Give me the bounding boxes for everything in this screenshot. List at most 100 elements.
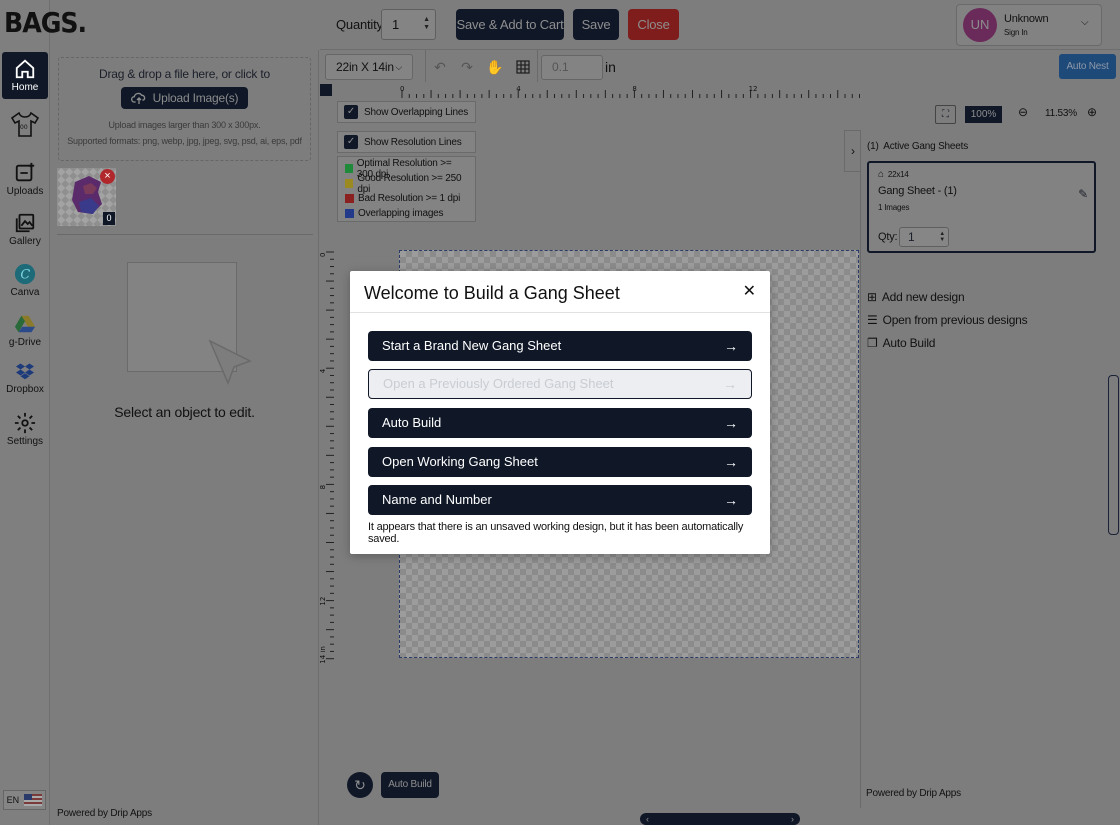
start-new-label: Start a Brand New Gang Sheet [382, 338, 562, 353]
open-previous-designs-button[interactable]: ☰ Open from previous designs [867, 308, 1028, 331]
ruler-label: 8 [320, 485, 327, 489]
rail-label-dropbox: Dropbox [6, 384, 44, 395]
canva-icon: C [14, 263, 36, 285]
auto-build-bottom-button[interactable]: Auto Build [381, 772, 439, 798]
upload-icon [15, 162, 35, 182]
grid-icon-shape [516, 60, 530, 74]
legend-item: Overlapping images [345, 206, 468, 221]
sheet-card-name: Gang Sheet - (1) [878, 185, 957, 197]
welcome-modal: Welcome to Build a Gang Sheet ✕ Start a … [350, 271, 770, 554]
powered-by-left[interactable]: Powered by Drip Apps [57, 808, 152, 819]
home-icon [15, 59, 35, 79]
arrow-right-icon: → [724, 492, 738, 508]
rail-item-canva[interactable]: C Canva [2, 263, 48, 301]
gallery-icon [15, 213, 35, 233]
rail-item-settings[interactable]: Settings [2, 412, 48, 450]
save-button[interactable]: Save [573, 9, 619, 40]
sign-in-link[interactable]: Sign In [1004, 28, 1028, 37]
stepper-arrows-icon[interactable]: ▲ ▼ [423, 16, 430, 32]
sheet-size-select[interactable]: 22in X 14in ⌵ [325, 54, 413, 80]
toolbar-divider [537, 50, 538, 82]
fit-to-screen-icon[interactable]: ⛶ [935, 105, 956, 124]
sheet-size-value: 22in X 14in [336, 60, 394, 74]
grid-icon[interactable] [512, 56, 534, 78]
gdrive-icon [14, 315, 36, 333]
scroll-left-icon[interactable]: ‹ [646, 813, 649, 825]
auto-nest-button[interactable]: Auto Nest [1059, 54, 1116, 79]
vertical-scrollbar[interactable] [1108, 375, 1119, 535]
auto-build-button[interactable]: Auto Build → [368, 408, 752, 438]
hand-pan-icon[interactable]: ✋ [484, 56, 506, 78]
show-overlapping-label: Show Overlapping Lines [364, 106, 468, 118]
ruler-label: 0 [320, 253, 327, 257]
legend-item: Bad Resolution >= 1 dpi [345, 191, 468, 206]
chevron-down-icon[interactable]: ⌵ [1081, 17, 1089, 28]
rail-label-home: Home [11, 82, 39, 93]
redo-icon[interactable]: ↷ [456, 56, 478, 78]
ruler-top: 04812162022 in [400, 85, 860, 98]
zoom-out-icon[interactable]: ⊖ [1018, 105, 1028, 119]
stepper-arrows-icon[interactable]: ▲ ▼ [939, 231, 945, 243]
gang-sheet-card[interactable]: ⌂ 22x14 Gang Sheet - (1) 1 Images Qty: 1… [867, 161, 1096, 253]
horizontal-scrollbar[interactable]: ‹ › [640, 813, 800, 825]
save-add-to-cart-button[interactable]: Save & Add to Cart [456, 9, 564, 40]
powered-by-right[interactable]: Powered by Drip Apps [866, 788, 961, 799]
legend-label: Good Resolution >= 250 dpi [357, 172, 462, 195]
collapse-panel-chevron-icon[interactable]: › [844, 130, 861, 172]
resolution-legend: Optimal Resolution >= 300 dpi Good Resol… [337, 156, 476, 222]
arrow-right-icon: → [724, 338, 738, 354]
start-new-gang-sheet-button[interactable]: Start a Brand New Gang Sheet → [368, 331, 752, 361]
legend-label: Overlapping images [358, 208, 444, 219]
rail-item-dropbox[interactable]: Dropbox [2, 362, 48, 400]
rail-label-uploads: Uploads [6, 186, 44, 197]
selection-placeholder [127, 262, 252, 385]
ruler-left: 0 4 8 12 14 in [320, 251, 334, 664]
language-selector[interactable]: EN [3, 790, 46, 810]
panel-divider [57, 234, 313, 235]
open-previously-ordered-button[interactable]: Open a Previously Ordered Gang Sheet → [368, 369, 752, 399]
dropzone-format-note: Supported formats: png, webp, jpg, jpeg,… [67, 136, 302, 146]
open-working-gang-sheet-button[interactable]: Open Working Gang Sheet → [368, 447, 752, 477]
upload-images-button[interactable]: Upload Image(s) [120, 87, 249, 109]
svg-text:00: 00 [20, 124, 28, 131]
rail-item-gallery[interactable]: Gallery [2, 212, 48, 250]
rail-item-templates[interactable]: 00 [2, 110, 48, 144]
refresh-icon[interactable]: ↻ [347, 772, 373, 798]
close-button[interactable]: Close [628, 9, 679, 40]
rail-item-uploads[interactable]: Uploads [2, 162, 48, 200]
active-sheets-header: (1) Active Gang Sheets [867, 141, 968, 152]
add-new-design-button[interactable]: ⊞ Add new design [867, 285, 1027, 308]
tshirt-icon: 00 [10, 111, 40, 137]
edit-icon[interactable]: ✎ [1078, 187, 1088, 201]
upload-images-label: Upload Image(s) [152, 91, 239, 105]
ruler-label: 14 in [320, 646, 327, 664]
quantity-value: 1 [392, 17, 400, 32]
add-new-design-label: Add new design [881, 289, 965, 304]
name-and-number-label: Name and Number [382, 492, 492, 507]
remove-thumbnail-button[interactable]: × [100, 169, 115, 184]
brand-logo[interactable]: BAGS. [4, 6, 87, 39]
rail-item-home[interactable]: Home [2, 52, 48, 99]
user-name: Unknown [1004, 13, 1049, 25]
name-and-number-button[interactable]: Name and Number → [368, 485, 752, 515]
auto-build-side-button[interactable]: ❐ Auto Build [867, 331, 1027, 354]
zoom-100-button[interactable]: 100% [965, 106, 1002, 123]
legend-item: Good Resolution >= 250 dpi [345, 173, 468, 195]
show-resolution-toggle[interactable]: ✓ Show Resolution Lines [337, 131, 476, 153]
zoom-in-icon[interactable]: ⊕ [1087, 105, 1097, 119]
close-icon[interactable]: ✕ [743, 281, 756, 301]
nudge-step-input[interactable]: 0.1 [541, 55, 603, 80]
layers-icon: ❐ [867, 335, 878, 350]
arrow-right-icon: → [723, 376, 737, 392]
legend-label: Bad Resolution >= 1 dpi [358, 193, 461, 204]
quantity-stepper[interactable]: 1 ▲ ▼ [381, 9, 436, 40]
sheet-qty-stepper[interactable]: 1 ▲ ▼ [899, 227, 949, 247]
undo-icon[interactable]: ↶ [429, 56, 451, 78]
quantity-label: Quantity: [336, 17, 387, 32]
scroll-right-icon[interactable]: › [791, 813, 794, 825]
rail-item-gdrive[interactable]: g-Drive [2, 313, 48, 351]
upload-dropzone[interactable]: Drag & drop a file here, or click to Upl… [58, 57, 311, 161]
show-overlapping-toggle[interactable]: ✓ Show Overlapping Lines [337, 101, 476, 123]
legend-swatch [345, 179, 354, 188]
list-add-icon: ☰ [867, 312, 878, 327]
